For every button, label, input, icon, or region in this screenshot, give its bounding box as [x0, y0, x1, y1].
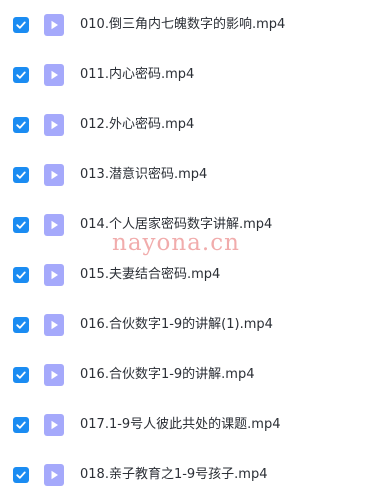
video-file-icon	[44, 164, 64, 186]
checkmark-icon	[16, 321, 26, 329]
file-row[interactable]: 017.1-9号人彼此共处的课题.mp4	[0, 400, 377, 450]
file-row[interactable]: 012.外心密码.mp4	[0, 100, 377, 150]
file-row[interactable]: 011.内心密码.mp4	[0, 50, 377, 100]
video-file-icon	[44, 114, 64, 136]
checkmark-icon	[16, 221, 26, 229]
checkmark-icon	[16, 71, 26, 79]
checkmark-icon	[16, 171, 26, 179]
file-name[interactable]: 010.倒三角内七魄数字的影响.mp4	[80, 17, 285, 33]
file-name[interactable]: 016.合伙数字1-9的讲解(1).mp4	[80, 317, 273, 333]
video-file-icon	[44, 414, 64, 436]
file-name[interactable]: 011.内心密码.mp4	[80, 67, 194, 83]
checkmark-icon	[16, 371, 26, 379]
file-name[interactable]: 015.夫妻结合密码.mp4	[80, 267, 220, 283]
file-row[interactable]: 010.倒三角内七魄数字的影响.mp4	[0, 0, 377, 50]
checkbox-checked[interactable]	[13, 217, 29, 233]
checkmark-icon	[16, 421, 26, 429]
file-row[interactable]: 016.合伙数字1-9的讲解(1).mp4	[0, 300, 377, 350]
checkbox-checked[interactable]	[13, 367, 29, 383]
checkbox-checked[interactable]	[13, 67, 29, 83]
file-name[interactable]: 017.1-9号人彼此共处的课题.mp4	[80, 417, 281, 433]
file-row[interactable]: 013.潜意识密码.mp4	[0, 150, 377, 200]
checkbox-checked[interactable]	[13, 317, 29, 333]
checkmark-icon	[16, 271, 26, 279]
file-name[interactable]: 018.亲子教育之1-9号孩子.mp4	[80, 467, 268, 483]
file-row[interactable]: 015.夫妻结合密码.mp4	[0, 250, 377, 300]
checkmark-icon	[16, 121, 26, 129]
file-name[interactable]: 016.合伙数字1-9的讲解.mp4	[80, 367, 255, 383]
file-name[interactable]: 014.个人居家密码数字讲解.mp4	[80, 217, 272, 233]
checkbox-checked[interactable]	[13, 167, 29, 183]
video-file-icon	[44, 364, 64, 386]
file-row[interactable]: 018.亲子教育之1-9号孩子.mp4	[0, 450, 377, 500]
video-file-icon	[44, 464, 64, 486]
file-row[interactable]: 016.合伙数字1-9的讲解.mp4	[0, 350, 377, 400]
file-row[interactable]: 014.个人居家密码数字讲解.mp4	[0, 200, 377, 250]
checkbox-checked[interactable]	[13, 467, 29, 483]
file-name[interactable]: 012.外心密码.mp4	[80, 117, 194, 133]
checkbox-checked[interactable]	[13, 267, 29, 283]
file-name[interactable]: 013.潜意识密码.mp4	[80, 167, 207, 183]
checkbox-checked[interactable]	[13, 117, 29, 133]
checkbox-checked[interactable]	[13, 417, 29, 433]
file-list: 010.倒三角内七魄数字的影响.mp4 011.内心密码.mp4 012.外心密…	[0, 0, 377, 497]
video-file-icon	[44, 264, 64, 286]
video-file-icon	[44, 214, 64, 236]
checkmark-icon	[16, 471, 26, 479]
video-file-icon	[44, 14, 64, 36]
video-file-icon	[44, 314, 64, 336]
checkbox-checked[interactable]	[13, 17, 29, 33]
checkmark-icon	[16, 21, 26, 29]
video-file-icon	[44, 64, 64, 86]
